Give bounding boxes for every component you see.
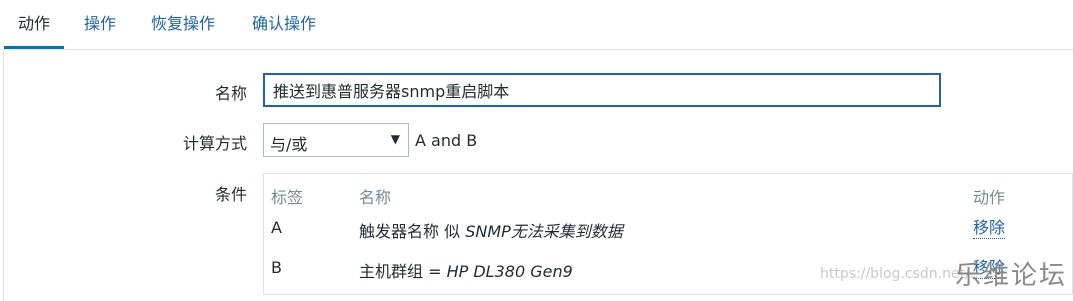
tab-action[interactable]: 动作 bbox=[4, 0, 65, 49]
row-b-name-value: HP DL380 Gen9 bbox=[446, 262, 573, 281]
calc-expression: A and B bbox=[415, 131, 478, 150]
row-b-name-prefix: 主机群组 = bbox=[359, 262, 447, 281]
header-tag: 标签 bbox=[271, 188, 304, 207]
row-a-name-prefix: 触发器名称 似 bbox=[359, 222, 466, 241]
conditions-table: 标签 名称 动作 A 触发器名称 似 SNMP无法采集到数据 移除 B 主机群组… bbox=[263, 173, 1073, 295]
tab-bar: 动作 操作 恢复操作 确认操作 bbox=[0, 0, 1073, 49]
row-a-name-value: SNMP无法采集到数据 bbox=[465, 222, 623, 241]
row-a-name: 触发器名称 似 SNMP无法采集到数据 bbox=[359, 218, 623, 242]
name-input[interactable] bbox=[263, 73, 941, 107]
row-b-remove-link[interactable]: 移除 bbox=[973, 258, 1006, 279]
calc-method-value: 与/或 bbox=[270, 135, 308, 154]
calc-method-select[interactable]: 与/或 ▼ bbox=[263, 123, 409, 157]
header-name: 名称 bbox=[359, 188, 392, 207]
tab-operations[interactable]: 操作 bbox=[70, 0, 130, 49]
calc-method-label: 计算方式 bbox=[182, 134, 247, 153]
name-label: 名称 bbox=[214, 84, 247, 103]
row-b-tag: B bbox=[271, 258, 282, 277]
tab-acknowledge-operations[interactable]: 确认操作 bbox=[238, 0, 330, 49]
header-action: 动作 bbox=[973, 188, 1006, 207]
row-a-remove-link[interactable]: 移除 bbox=[973, 218, 1006, 239]
tab-recovery-operations[interactable]: 恢复操作 bbox=[137, 0, 229, 49]
conditions-label: 条件 bbox=[214, 185, 247, 204]
row-b-name: 主机群组 = HP DL380 Gen9 bbox=[359, 258, 573, 282]
dropdown-arrow-icon: ▼ bbox=[390, 132, 400, 146]
row-a-tag: A bbox=[271, 218, 282, 237]
